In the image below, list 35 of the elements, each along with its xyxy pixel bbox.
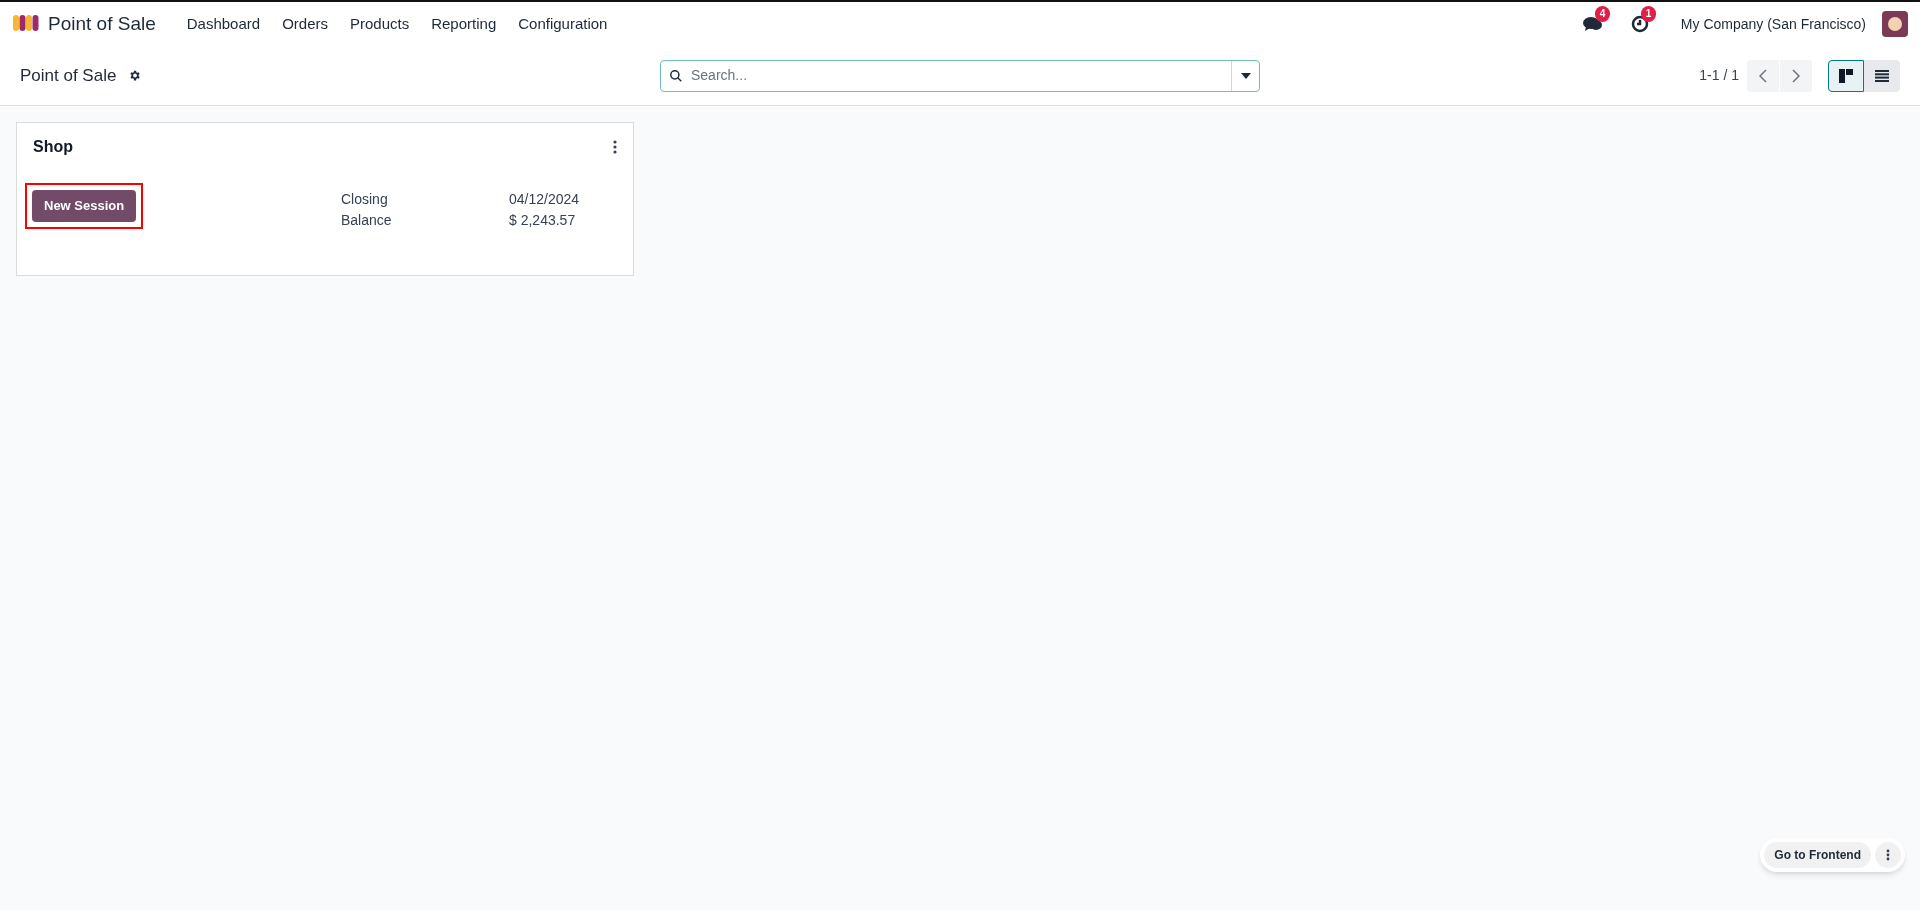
list-icon bbox=[1875, 69, 1889, 82]
menu-item[interactable]: Reporting bbox=[420, 12, 508, 36]
field-value: 04/12/2024 bbox=[509, 190, 580, 209]
chat-bubbles-icon[interactable] bbox=[1582, 15, 1603, 33]
menu-item[interactable]: Products bbox=[339, 12, 421, 36]
menu-item[interactable]: Dashboard bbox=[175, 12, 272, 36]
awning-logo-icon bbox=[12, 14, 40, 34]
caret-down-icon[interactable] bbox=[1240, 72, 1251, 79]
user-avatar[interactable] bbox=[1882, 11, 1908, 37]
field-label: Balance bbox=[341, 211, 393, 230]
field-label: Closing bbox=[341, 190, 389, 209]
chevron-left-icon bbox=[1759, 68, 1767, 83]
notification-badge: 4 bbox=[1594, 6, 1611, 22]
go-to-frontend-button[interactable]: Go to Frontend bbox=[1764, 842, 1871, 868]
gear-icon[interactable] bbox=[128, 69, 142, 82]
kebab-menu-icon bbox=[1886, 849, 1890, 861]
company-name[interactable]: My Company (San Francisco) bbox=[1680, 13, 1866, 35]
menu-item[interactable]: Orders bbox=[271, 12, 339, 36]
new-session-button[interactable]: New Session bbox=[32, 190, 137, 222]
chevron-right-icon bbox=[1792, 68, 1800, 83]
field-value: $ 2,243.57 bbox=[509, 211, 576, 230]
page-title: Point of Sale bbox=[20, 64, 117, 87]
list-view-button[interactable] bbox=[1864, 59, 1900, 92]
notification-badge: 1 bbox=[1640, 6, 1657, 22]
search-bar[interactable]: Search... bbox=[660, 59, 1260, 92]
kanban-view-button[interactable] bbox=[1828, 59, 1864, 92]
kebab-menu-icon bbox=[613, 140, 617, 154]
kanban-icon bbox=[1839, 68, 1853, 83]
clock-icon[interactable] bbox=[1630, 15, 1649, 33]
pager-text: 1-1 / 1 bbox=[1699, 66, 1739, 85]
app-name[interactable]: Point of Sale bbox=[48, 9, 156, 39]
search-field[interactable]: Search... bbox=[691, 65, 1231, 86]
menu-item[interactable]: Configuration bbox=[507, 12, 619, 36]
card-title: Shop bbox=[33, 137, 73, 157]
search-icon bbox=[669, 68, 683, 83]
